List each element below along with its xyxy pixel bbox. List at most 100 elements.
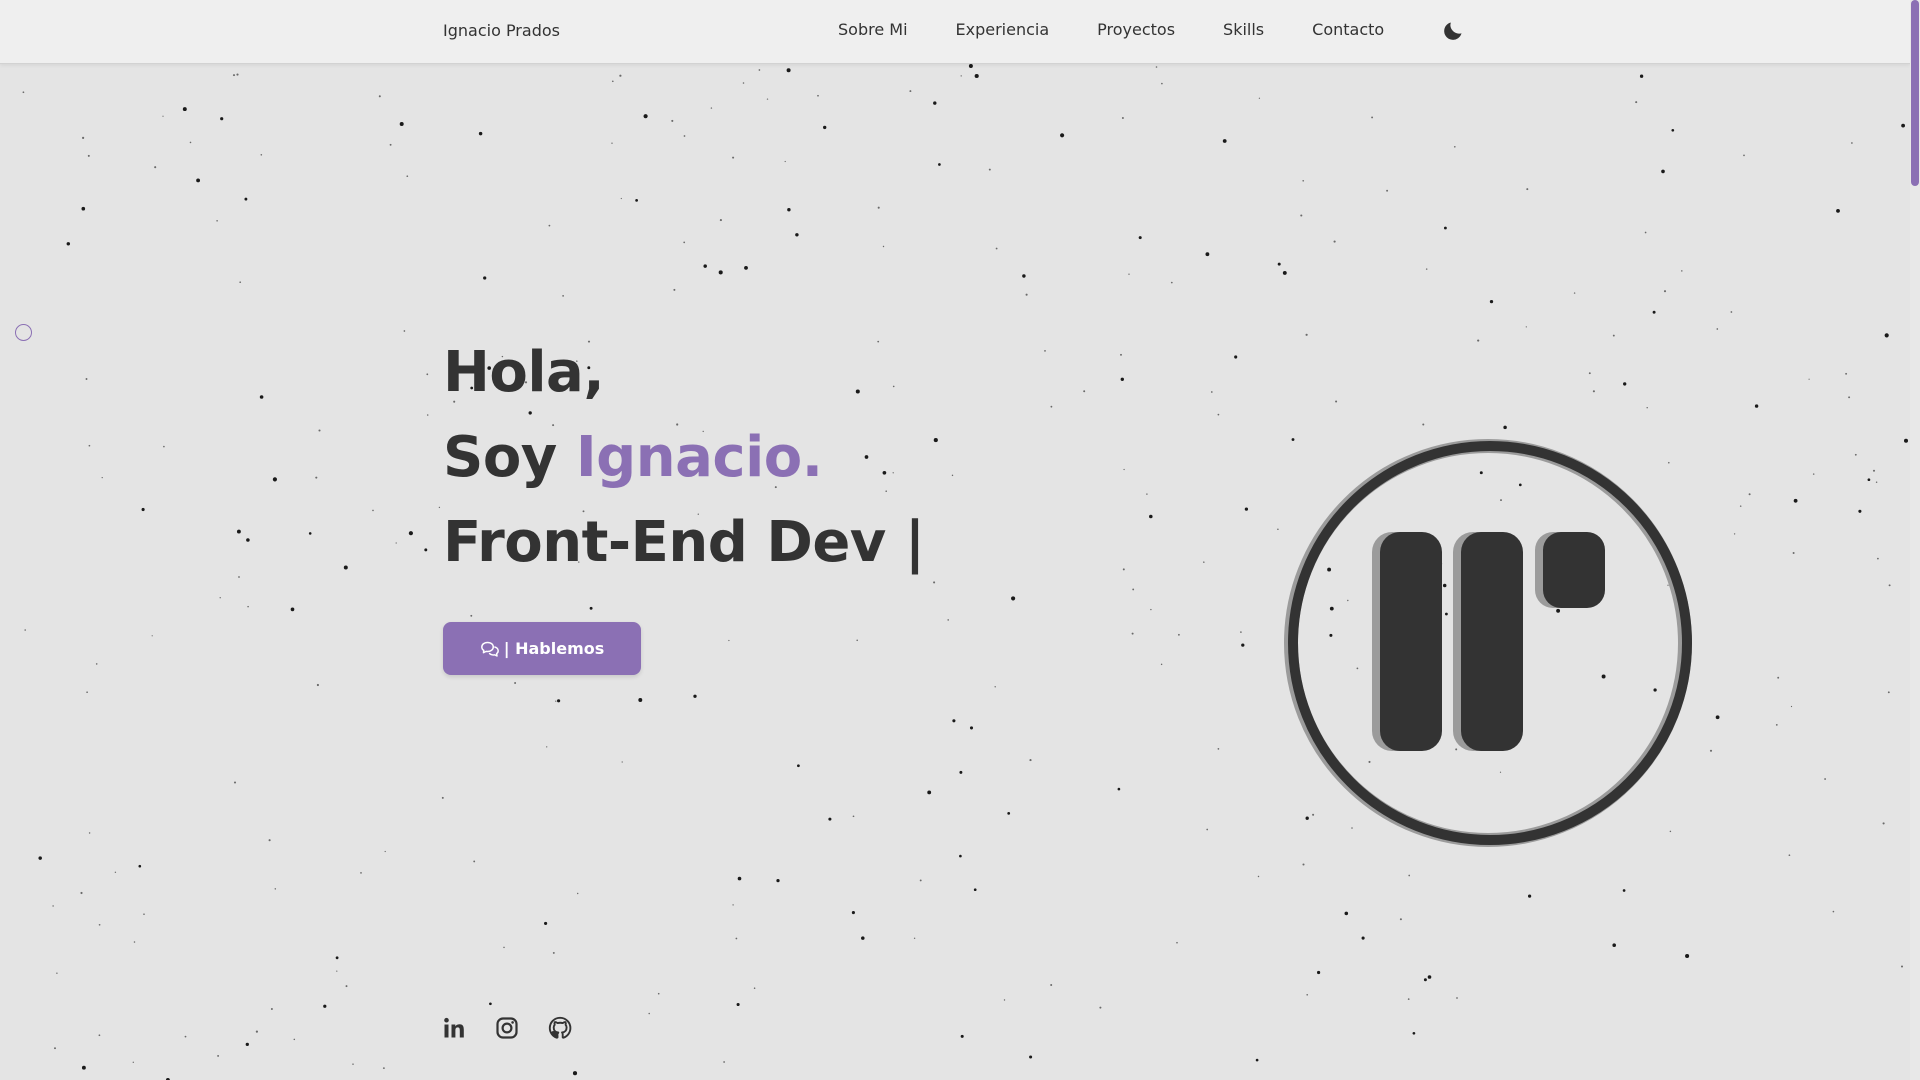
star: [1681, 270, 1683, 272]
scrollbar[interactable]: [1910, 0, 1920, 1080]
star: [1489, 299, 1494, 304]
navbar: Ignacio Prados Sobre Mi Experiencia Proy…: [0, 0, 1910, 64]
star: [1131, 632, 1134, 635]
star: [1754, 404, 1759, 408]
nav-link-experiencia[interactable]: Experiencia: [956, 20, 1050, 39]
chat-icon: [480, 641, 499, 657]
star: [1217, 748, 1220, 750]
moon-icon[interactable]: [1441, 19, 1465, 43]
star: [1848, 396, 1851, 399]
star: [1306, 993, 1309, 996]
star: [503, 946, 505, 949]
nav-link-contacto[interactable]: Contacto: [1312, 20, 1384, 39]
star: [1661, 169, 1665, 174]
linkedin-icon[interactable]: [442, 1016, 466, 1040]
star: [1427, 975, 1432, 979]
star: [947, 619, 950, 621]
star: [399, 122, 404, 126]
star: [1011, 596, 1016, 601]
star: [238, 576, 240, 578]
star: [693, 694, 697, 698]
star: [552, 951, 555, 954]
star: [24, 629, 27, 631]
star: [389, 143, 392, 146]
star: [909, 90, 912, 93]
star: [1371, 116, 1374, 119]
star: [766, 98, 769, 100]
star: [132, 1061, 134, 1064]
star: [236, 529, 241, 534]
star: [1178, 633, 1180, 636]
star: [951, 474, 954, 477]
scrollbar-thumb[interactable]: [1911, 0, 1919, 186]
star: [737, 876, 742, 881]
star: [589, 606, 593, 610]
star: [673, 288, 676, 291]
star: [335, 956, 339, 960]
star: [852, 815, 855, 818]
ip-monogram-logo: [1284, 439, 1692, 847]
star: [1160, 663, 1163, 666]
star: [403, 330, 406, 332]
star: [114, 871, 117, 873]
star: [343, 565, 348, 570]
star: [1748, 493, 1751, 496]
star: [1025, 293, 1028, 296]
nav-link-sobre-mi[interactable]: Sobre Mi: [838, 20, 908, 39]
star: [1573, 292, 1576, 294]
star: [236, 73, 239, 76]
star: [316, 683, 319, 687]
star: [1170, 281, 1173, 284]
star: [1217, 413, 1220, 416]
nav-link-proyectos[interactable]: Proyectos: [1097, 20, 1175, 39]
star: [1412, 1031, 1416, 1035]
nav-link-skills[interactable]: Skills: [1223, 20, 1264, 39]
star: [1528, 894, 1532, 898]
star: [382, 1067, 385, 1070]
star: [1146, 493, 1148, 495]
star: [1900, 965, 1904, 968]
star: [151, 635, 153, 637]
star: [619, 74, 622, 77]
star: [272, 477, 277, 482]
star: [1305, 333, 1308, 336]
star: [621, 761, 623, 763]
star: [1588, 372, 1591, 375]
star: [671, 119, 674, 122]
star: [270, 1008, 273, 1010]
hablemos-button[interactable]: | Hablemos: [443, 622, 641, 675]
star: [441, 796, 444, 799]
star: [1361, 936, 1365, 940]
star: [424, 548, 428, 552]
star: [1425, 268, 1428, 270]
star: [1335, 400, 1338, 403]
star: [817, 94, 819, 97]
instagram-icon[interactable]: [495, 1016, 519, 1040]
star: [483, 276, 487, 280]
star: [1203, 561, 1205, 563]
star: [406, 175, 409, 178]
brand-link[interactable]: Ignacio Prados: [443, 21, 560, 40]
star: [293, 1038, 296, 1041]
star: [1176, 941, 1178, 944]
star: [1333, 240, 1336, 243]
github-icon[interactable]: [548, 1016, 572, 1040]
star: [1408, 874, 1411, 877]
star: [66, 242, 71, 246]
star: [315, 476, 318, 479]
star: [823, 125, 827, 130]
star: [1255, 1058, 1259, 1062]
star: [1808, 378, 1810, 380]
star: [1029, 759, 1032, 762]
star: [1477, 339, 1480, 342]
nav-links: Sobre Mi Experiencia Proyectos Skills Co…: [838, 20, 1384, 39]
star: [683, 241, 686, 244]
star: [426, 414, 429, 416]
star: [562, 295, 564, 297]
star: [703, 264, 707, 268]
star: [426, 373, 429, 376]
star: [784, 160, 786, 163]
star: [882, 245, 885, 248]
star: [683, 135, 686, 137]
star: [470, 614, 473, 617]
